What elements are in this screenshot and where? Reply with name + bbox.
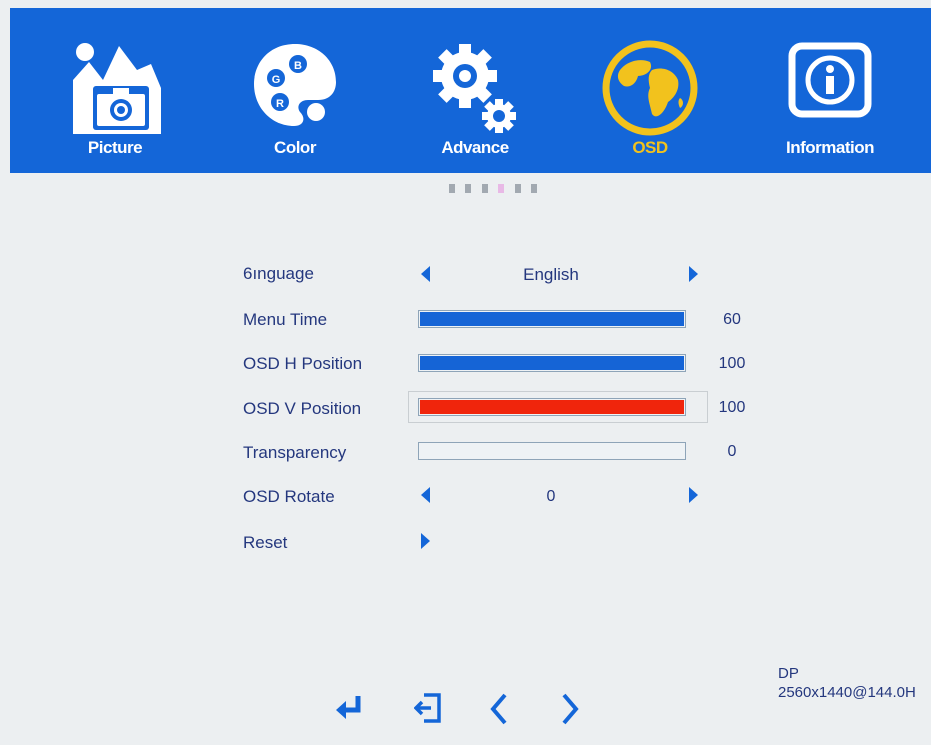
menu-time-value: 60 [723,311,741,328]
information-icon [788,42,872,118]
osd-v-position-value: 100 [718,399,746,416]
chevron-right-icon[interactable] [560,692,580,726]
tab-osd[interactable]: OSD [565,8,735,173]
tab-label: Information [786,138,875,157]
tab-label: Advance [441,138,509,157]
menu-tab-bar: Picture B G R Color Advance OSD Informat… [10,8,931,173]
menu-item-label: OSD V Position [243,399,362,418]
slider-fill [420,356,684,370]
gears-icon [433,44,516,133]
language-value: English [523,265,579,284]
page-dot-active [498,184,505,193]
svg-text:B: B [294,60,302,72]
slider-fill [420,400,684,414]
page-dot [531,184,538,193]
slider-fill [420,312,684,326]
transparency-slider[interactable] [418,442,686,460]
menu-item-label: OSD H Position [243,354,363,373]
osd-rotate-value: 0 [546,488,556,505]
color-palette-icon: B G R [254,44,336,126]
tab-label: Color [274,138,316,157]
osd-h-position-slider[interactable] [418,354,686,372]
tab-picture[interactable]: Picture [30,8,200,173]
tab-label: Picture [87,138,143,157]
picture-icon [73,43,161,134]
chevron-left-icon[interactable] [489,692,509,726]
page-dot [449,184,455,193]
tab-label: OSD [632,138,668,157]
page-dot [465,184,472,193]
exit-icon[interactable] [414,692,442,724]
osd-rotate-next-arrow-icon[interactable] [689,487,698,503]
menu-item-label: 6ınguage [243,264,314,283]
menu-item-label: Reset [243,533,288,552]
page-dot [514,184,521,193]
tab-color[interactable]: B G R Color [210,8,380,173]
menu-item-label: Menu Time [243,310,328,329]
tab-information[interactable]: Information [745,8,915,173]
language-prev-arrow-icon[interactable] [421,266,430,282]
input-source: DP [778,665,799,682]
menu-item-label: Transparency [243,443,347,462]
resolution-mode: 2560x1440@144.0H [778,684,916,701]
svg-text:G: G [272,74,281,86]
reset-arrow-icon[interactable] [421,533,430,549]
language-next-arrow-icon[interactable] [689,266,698,282]
transparency-value: 0 [727,443,737,460]
tab-advance[interactable]: Advance [390,8,560,173]
enter-icon[interactable] [334,694,364,720]
svg-text:R: R [276,98,284,110]
menu-item-label: OSD Rotate [243,487,335,506]
globe-icon [602,40,698,136]
osd-rotate-prev-arrow-icon[interactable] [421,487,430,503]
page-dot [481,184,488,193]
signal-info: DP 2560x1440@144.0H [778,664,916,702]
osd-h-position-value: 100 [718,355,746,372]
page-indicator [449,180,543,193]
osd-v-position-slider[interactable] [418,398,686,416]
menu-time-slider[interactable] [418,310,686,328]
